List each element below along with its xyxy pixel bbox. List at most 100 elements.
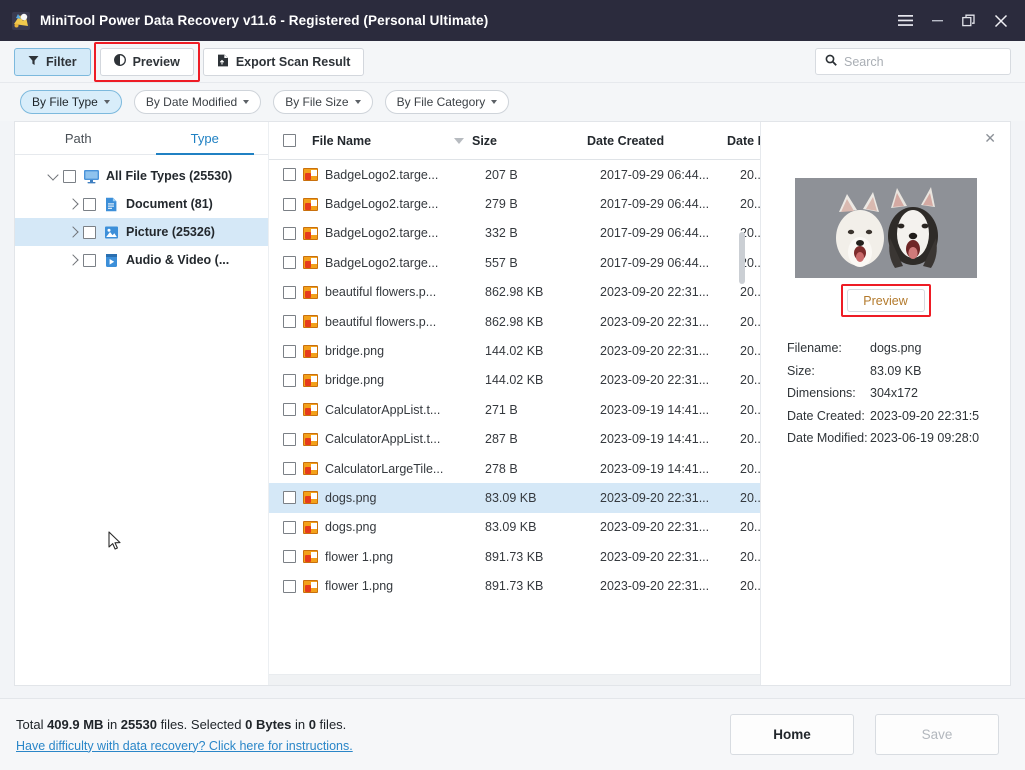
filter-chip-by-date-modified[interactable]: By Date Modified [133,90,262,114]
expand-toggle[interactable] [63,198,83,210]
filter-chip-by-file-size[interactable]: By File Size [273,90,373,114]
row-checkbox[interactable] [283,403,296,417]
totals-text: Total 409.9 MB in 25530 files. Selected … [16,717,353,732]
table-row[interactable]: CalculatorLargeTile... 278 B 2023-09-19 … [269,454,760,483]
home-button[interactable]: Home [730,714,854,755]
chevron-down-icon [103,100,110,104]
table-row[interactable]: dogs.png 83.09 KB 2023-09-20 22:31... 20… [269,483,760,513]
cell-size: 891.73 KB [485,549,544,564]
row-checkbox[interactable] [283,579,296,593]
chevron-down-icon [47,168,59,181]
table-row[interactable]: flower 1.png 891.73 KB 2023-09-20 22:31.… [269,571,760,600]
table-row[interactable]: BadgeLogo2.targe... 332 B 2017-09-29 06:… [269,219,760,248]
row-checkbox[interactable] [283,168,296,182]
row-checkbox[interactable] [283,197,296,211]
cell-file-name: dogs.png [325,490,377,505]
table-row[interactable]: CalculatorAppList.t... 287 B 2023-09-19 … [269,425,760,454]
table-row[interactable]: BadgeLogo2.targe... 557 B 2017-09-29 06:… [269,248,760,277]
column-header-date-modified[interactable]: Date M [727,134,760,148]
tree-checkbox[interactable] [83,253,96,267]
meta-value: 83.09 KB [870,363,922,378]
cell-file-name: bridge.png [325,344,385,359]
filter-chip-by-file-type[interactable]: By File Type [20,90,122,114]
cell-date-created: 2023-09-20 22:31... [600,285,710,300]
close-preview-icon[interactable]: ✕ [984,131,996,145]
expand-toggle[interactable] [63,254,83,266]
cell-date-modified: 20... [740,520,760,535]
row-checkbox[interactable] [283,520,296,534]
cell-size: 557 B [485,255,518,270]
preview-metadata: Filename: dogs.png Size: 83.09 KB Dimens… [761,337,1010,450]
tree-item-audio-video[interactable]: Audio & Video (... [15,246,268,274]
tree-checkbox[interactable] [83,225,96,239]
meta-row-date-created: Date Created: 2023-09-20 22:31:5 [787,405,1010,428]
close-icon[interactable] [985,6,1017,36]
row-checkbox[interactable] [283,373,296,387]
home-button-label: Home [773,727,811,742]
vertical-scrollbar-thumb[interactable] [739,232,745,284]
selected-mid: in [291,716,309,732]
expand-toggle[interactable] [63,226,83,238]
tree-checkbox[interactable] [83,197,96,211]
search-box[interactable] [815,48,1011,75]
row-checkbox[interactable] [283,344,296,358]
column-header-size[interactable]: Size [472,134,587,148]
menu-icon[interactable] [889,6,921,36]
preview-file-button[interactable]: Preview [846,289,925,312]
table-row[interactable]: beautiful flowers.p... 862.98 KB 2023-09… [269,307,760,336]
cell-date-created: 2023-09-20 22:31... [600,579,710,594]
column-header-date-created[interactable]: Date Created [587,134,727,148]
preview-button[interactable]: Preview [99,47,194,76]
tab-type[interactable]: Type [142,122,269,155]
image-file-icon [303,550,318,564]
tab-path[interactable]: Path [15,122,142,154]
cell-file-name: beautiful flowers.p... [325,314,437,329]
cell-file-name: BadgeLogo2.targe... [325,197,439,212]
select-all-checkbox[interactable] [283,134,296,147]
cell-date-created: 2017-09-29 06:44... [600,226,710,241]
row-checkbox[interactable] [283,432,296,446]
tree-item-picture[interactable]: Picture (25326) [15,218,268,246]
filter-chip-label: By File Size [285,95,349,109]
table-row[interactable]: dogs.png 83.09 KB 2023-09-20 22:31... 20… [269,513,760,542]
export-scan-result-button[interactable]: Export Scan Result [202,47,365,76]
cell-size: 287 B [485,432,518,447]
help-link[interactable]: Have difficulty with data recovery? Clic… [16,739,353,753]
column-header-file-name[interactable]: File Name [312,134,472,148]
cell-file-name: BadgeLogo2.targe... [325,167,439,182]
row-checkbox[interactable] [283,285,296,299]
search-input[interactable] [844,54,1001,69]
filter-button[interactable]: Filter [14,47,91,76]
window-controls [889,6,1017,36]
export-button-label: Export Scan Result [235,54,351,69]
tree-item-all-file-types[interactable]: All File Types (25530) [15,162,268,190]
table-row[interactable]: beautiful flowers.p... 862.98 KB 2023-09… [269,278,760,307]
row-checkbox[interactable] [283,491,296,505]
cell-file-name: flower 1.png [325,579,394,594]
expand-toggle[interactable] [43,168,63,182]
cell-file-name: BadgeLogo2.targe... [325,226,439,241]
row-checkbox[interactable] [283,256,296,270]
cell-date-created: 2017-09-29 06:44... [600,197,710,212]
row-checkbox[interactable] [283,462,296,476]
preview-button-label: Preview [132,54,180,69]
preview-file-button-label: Preview [863,293,908,308]
restore-icon[interactable] [953,6,985,36]
table-row[interactable]: bridge.png 144.02 KB 2023-09-20 22:31...… [269,336,760,365]
table-row[interactable]: BadgeLogo2.targe... 279 B 2017-09-29 06:… [269,189,760,218]
tree-checkbox[interactable] [63,169,76,183]
table-row[interactable]: flower 1.png 891.73 KB 2023-09-20 22:31.… [269,542,760,571]
cell-size: 332 B [485,226,518,241]
row-checkbox[interactable] [283,315,296,329]
save-button[interactable]: Save [875,714,999,755]
row-checkbox[interactable] [283,550,296,564]
table-row[interactable]: BadgeLogo2.targe... 207 B 2017-09-29 06:… [269,160,760,189]
tree-item-document[interactable]: Document (81) [15,190,268,218]
filter-chip-by-file-category[interactable]: By File Category [384,90,510,114]
horizontal-scrollbar[interactable] [269,674,760,685]
table-row[interactable]: CalculatorAppList.t... 271 B 2023-09-19 … [269,395,760,424]
minimize-icon[interactable] [921,6,953,36]
table-row[interactable]: bridge.png 144.02 KB 2023-09-20 22:31...… [269,366,760,395]
window-title: MiniTool Power Data Recovery v11.6 - Reg… [40,13,489,28]
row-checkbox[interactable] [283,226,296,240]
